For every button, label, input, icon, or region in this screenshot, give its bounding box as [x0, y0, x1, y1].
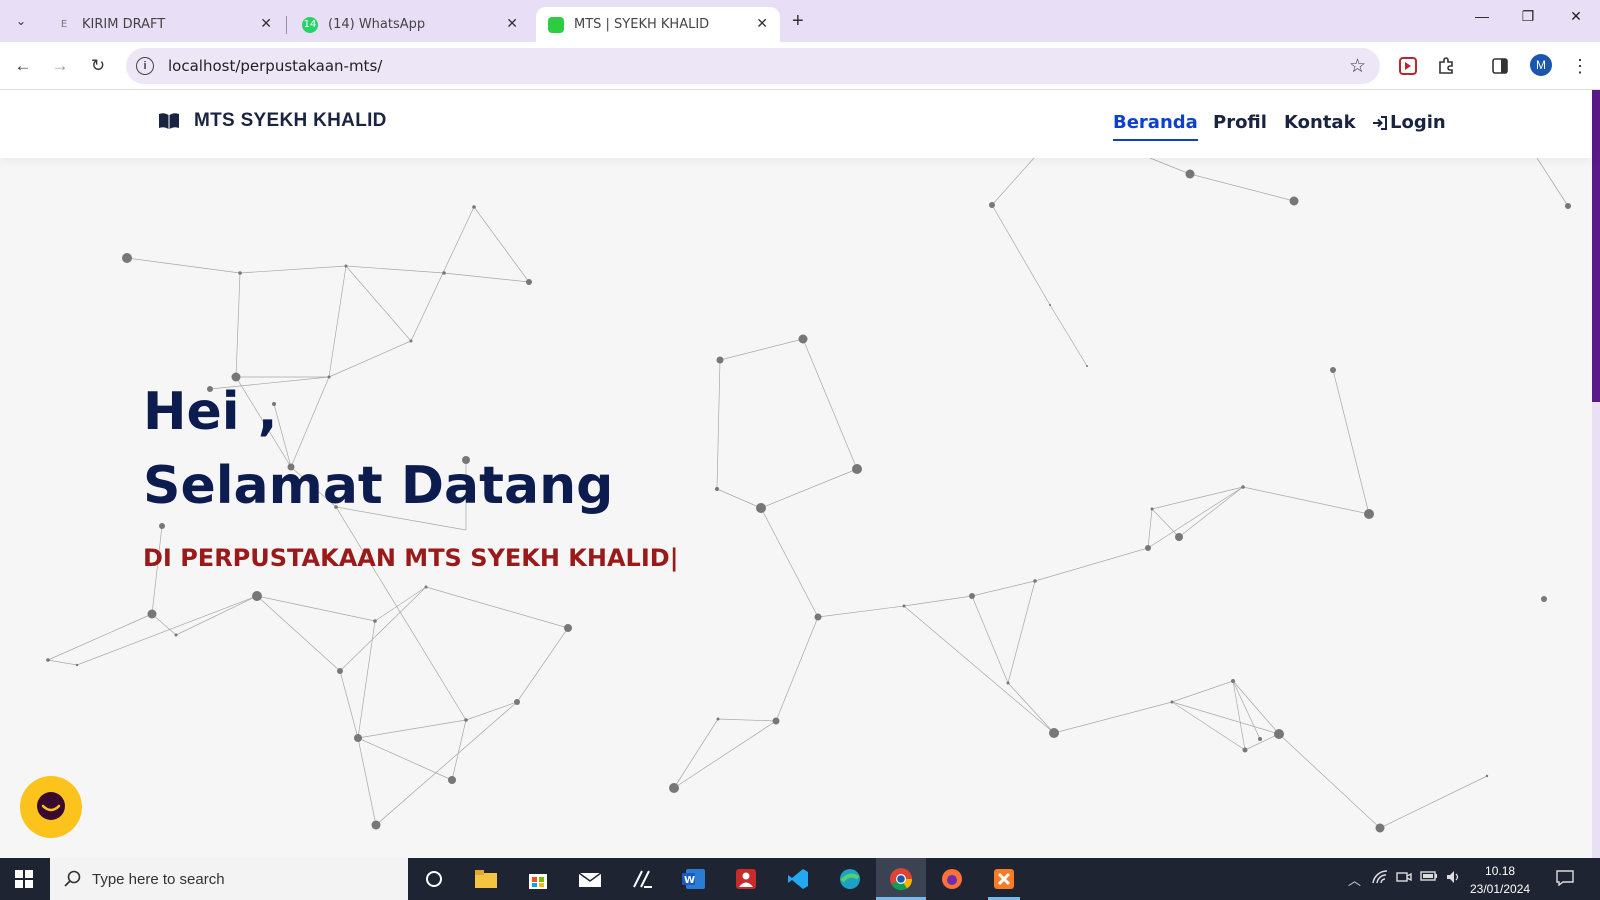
clock-time: 10.18 — [1485, 864, 1516, 878]
browser-tab-strip: ⌄ E KIRIM DRAFT ✕ 14 (14) WhatsApp ✕ MTS… — [0, 0, 1600, 42]
edge-icon[interactable] — [834, 864, 866, 894]
wifi-icon[interactable] — [1372, 870, 1388, 887]
firefox-icon[interactable] — [936, 864, 968, 894]
page-scrollbar-thumb[interactable] — [1592, 90, 1600, 402]
search-icon — [64, 870, 81, 887]
cortana-circle-icon[interactable] — [418, 864, 450, 894]
tab-divider — [286, 16, 287, 34]
word-icon[interactable]: W — [678, 864, 710, 894]
extension-red-icon[interactable] — [1396, 54, 1420, 78]
close-tab-icon[interactable]: ✕ — [756, 16, 768, 32]
profile-avatar[interactable]: M — [1530, 54, 1552, 76]
brand-name: MTS SYEKH KHALID — [194, 110, 387, 131]
close-tab-icon[interactable]: ✕ — [506, 16, 518, 32]
reload-icon[interactable]: ↻ — [86, 54, 110, 78]
minimize-icon[interactable]: — — [1462, 8, 1502, 24]
new-tab-plus-icon[interactable]: + — [792, 10, 804, 33]
tab-title: MTS | SYEKH KHALID — [574, 17, 710, 32]
tab-kirim-draft[interactable]: E KIRIM DRAFT ✕ — [44, 7, 284, 42]
site-header: MTS SYEKH KHALID Beranda Profil Kontak L… — [0, 90, 1592, 158]
xampp-icon[interactable] — [988, 864, 1020, 894]
app-red-person-icon[interactable] — [730, 864, 762, 894]
browser-toolbar: ← → ↻ i localhost/perpustakaan-mts/ ☆ ⋮ — [0, 42, 1600, 90]
nav-login-label: Login — [1390, 112, 1446, 133]
menu-kebab-icon[interactable]: ⋮ — [1568, 54, 1592, 78]
search-placeholder: Type here to search — [92, 870, 225, 888]
close-tab-icon[interactable]: ✕ — [260, 16, 272, 32]
login-icon — [1373, 115, 1387, 130]
microsoft-store-icon[interactable] — [522, 864, 554, 894]
app-slash-icon[interactable] — [626, 864, 658, 894]
site-info-icon[interactable]: i — [136, 57, 154, 75]
forward-arrow-icon[interactable]: → — [48, 54, 72, 78]
hero-subtitle-typed: DI PERPUSTAKAAN MTS SYEKH KHALID| — [143, 544, 679, 572]
tab-mts-syekh-khalid[interactable]: MTS | SYEKH KHALID ✕ — [536, 7, 780, 42]
file-explorer-icon[interactable] — [470, 864, 502, 894]
side-panel-icon[interactable] — [1488, 54, 1512, 78]
url-text[interactable]: localhost/perpustakaan-mts/ — [168, 57, 382, 75]
web-page: MTS SYEKH KHALID Beranda Profil Kontak L… — [0, 90, 1600, 858]
show-hidden-icons-chevron-icon[interactable]: ︿ — [1348, 870, 1361, 889]
nav-login[interactable]: Login — [1372, 112, 1446, 133]
tab-title: (14) WhatsApp — [328, 17, 426, 32]
system-clock[interactable]: 10.18 23/01/2024 — [1470, 862, 1530, 898]
taskbar-search-box[interactable]: Type here to search — [50, 858, 408, 900]
address-bar[interactable]: i localhost/perpustakaan-mts/ ☆ — [126, 48, 1380, 84]
mail-icon[interactable] — [574, 864, 606, 894]
whatsapp-icon: 14 — [302, 16, 318, 33]
tab-title: KIRIM DRAFT — [82, 17, 166, 32]
svg-text:W: W — [684, 875, 695, 886]
vscode-icon[interactable] — [782, 864, 814, 894]
nav-kontak[interactable]: Kontak — [1284, 112, 1356, 133]
clock-date: 23/01/2024 — [1470, 882, 1531, 896]
explorer-indicator — [470, 896, 502, 899]
chrome-active-icon[interactable] — [876, 858, 926, 900]
tab-search-chevron-icon[interactable]: ⌄ — [8, 8, 34, 34]
extensions-puzzle-icon[interactable] — [1434, 54, 1458, 78]
nav-profil[interactable]: Profil — [1213, 112, 1267, 133]
close-window-icon[interactable]: ✕ — [1556, 8, 1596, 25]
meet-camera-icon[interactable] — [1396, 870, 1412, 887]
chat-bubble-icon — [37, 792, 65, 820]
nav-beranda[interactable]: Beranda — [1113, 112, 1198, 141]
site-favicon-icon — [548, 16, 564, 33]
notifications-icon[interactable] — [1556, 870, 1574, 889]
hero-title: Selamat Datang — [143, 456, 614, 516]
chat-widget-button[interactable] — [20, 776, 82, 838]
battery-icon[interactable] — [1420, 870, 1438, 885]
tab-whatsapp[interactable]: 14 (14) WhatsApp ✕ — [290, 7, 530, 42]
windows-start-icon[interactable] — [0, 858, 48, 900]
restore-icon[interactable]: ❐ — [1508, 8, 1548, 25]
site-logo[interactable]: MTS SYEKH KHALID — [158, 110, 387, 132]
back-arrow-icon[interactable]: ← — [11, 54, 35, 78]
windows-taskbar: Type here to search W ︿ 10.18 23/01/2024 — [0, 858, 1600, 900]
volume-icon[interactable] — [1446, 870, 1462, 887]
book-icon — [159, 113, 179, 129]
bookmark-star-icon[interactable]: ☆ — [1349, 55, 1366, 78]
document-icon: E — [60, 19, 68, 30]
hero-greeting: Hei , — [143, 382, 278, 442]
